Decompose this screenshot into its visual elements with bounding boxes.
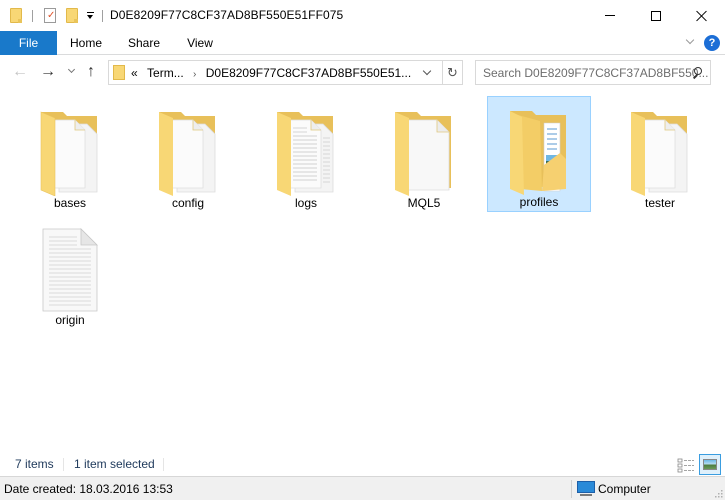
expand-ribbon-chevron-icon[interactable] [685, 37, 695, 47]
resize-grip-icon[interactable] [713, 488, 723, 498]
status-separator [63, 458, 64, 471]
selection-count: 1 item selected [74, 457, 155, 471]
minimize-icon [605, 15, 615, 16]
refresh-button[interactable]: ↻ [443, 60, 463, 85]
close-icon [696, 10, 708, 22]
recent-locations-chevron-icon[interactable] [68, 67, 74, 73]
window-title: D0E8209F77C8CF37AD8BF550E51FF075 [110, 8, 344, 22]
address-dropdown-chevron-icon[interactable] [422, 68, 432, 78]
breadcrumb-separator[interactable]: › [193, 69, 196, 80]
customize-quick-access-dropdown[interactable] [86, 9, 96, 21]
folder-item-config[interactable]: config [136, 97, 240, 213]
location-label: Computer [598, 482, 651, 496]
large-icons-view-icon [703, 459, 717, 470]
breadcrumb-overflow[interactable]: « [131, 66, 138, 80]
maximize-icon [651, 10, 661, 21]
folder-item-profiles[interactable]: profiles [487, 96, 591, 212]
title-bar: ✓ D0E8209F77C8CF37AD8BF550E51FF075 [0, 0, 725, 31]
info-separator [571, 480, 572, 498]
minimize-button[interactable] [587, 0, 633, 31]
file-item-origin[interactable]: origin [18, 214, 122, 330]
details-bar: Date created: 18.03.2016 13:53 Computer [0, 476, 725, 500]
tab-home[interactable]: Home [63, 31, 109, 55]
title-separator [102, 10, 103, 22]
file-list: bases config logs MQL5 profiles tester o… [0, 90, 725, 450]
text-file-icon [42, 228, 98, 312]
address-bar[interactable]: « Term... › D0E8209F77C8CF37AD8BF550E51.… [108, 60, 443, 85]
forward-button[interactable]: → [40, 62, 56, 82]
item-label: origin [55, 313, 85, 327]
close-button[interactable] [679, 0, 725, 31]
folder-icon [395, 112, 451, 196]
folder-icon [10, 8, 22, 23]
date-created: Date created: 18.03.2016 13:53 [4, 482, 173, 496]
large-icons-view-button[interactable] [699, 454, 721, 475]
item-label: tester [644, 196, 675, 210]
quick-access-separator [32, 10, 33, 22]
folder-icon [159, 112, 216, 196]
folder-icon [277, 112, 334, 196]
tab-file[interactable]: File [0, 31, 57, 55]
details-view-icon[interactable] [677, 456, 695, 474]
ribbon: File Home Share View ? [0, 31, 725, 55]
folder-item-mql5[interactable]: MQL5 [372, 97, 476, 213]
status-bar: 7 items 1 item selected [0, 453, 725, 476]
search-input[interactable]: Search D0E8209F77C8CF37AD8BF550... [475, 60, 711, 85]
properties-icon[interactable]: ✓ [44, 8, 56, 23]
item-label: bases [53, 196, 87, 210]
back-button[interactable]: ← [12, 62, 28, 82]
folder-icon [113, 65, 125, 80]
item-label: config [171, 196, 205, 210]
help-icon[interactable]: ? [704, 35, 720, 51]
maximize-button[interactable] [633, 0, 679, 31]
tab-view[interactable]: View [178, 31, 222, 55]
status-separator [163, 458, 164, 471]
navigation-bar: ← → ↑ « Term... › D0E8209F77C8CF37AD8BF5… [0, 56, 725, 90]
breadcrumb-item-terminal[interactable]: Term... [147, 66, 184, 80]
folder-icon [40, 111, 98, 196]
item-label: profiles [519, 195, 559, 209]
new-folder-icon[interactable] [66, 8, 78, 23]
search-icon[interactable] [692, 67, 702, 79]
breadcrumb-item-current[interactable]: D0E8209F77C8CF37AD8BF550E51... [206, 66, 411, 80]
item-label: MQL5 [407, 196, 441, 210]
item-count: 7 items [15, 457, 54, 471]
computer-icon [577, 481, 595, 497]
folder-icon [631, 112, 688, 196]
up-button[interactable]: ↑ [87, 62, 95, 82]
search-placeholder: Search D0E8209F77C8CF37AD8BF550... [483, 66, 709, 80]
folder-item-logs[interactable]: logs [254, 97, 358, 213]
tab-share[interactable]: Share [120, 31, 168, 55]
breadcrumb: « Term... › D0E8209F77C8CF37AD8BF550E51.… [131, 66, 411, 80]
folder-item-tester[interactable]: tester [608, 97, 712, 213]
item-label: logs [294, 196, 317, 210]
folder-icon [510, 111, 566, 195]
folder-item-bases[interactable]: bases [18, 97, 122, 213]
